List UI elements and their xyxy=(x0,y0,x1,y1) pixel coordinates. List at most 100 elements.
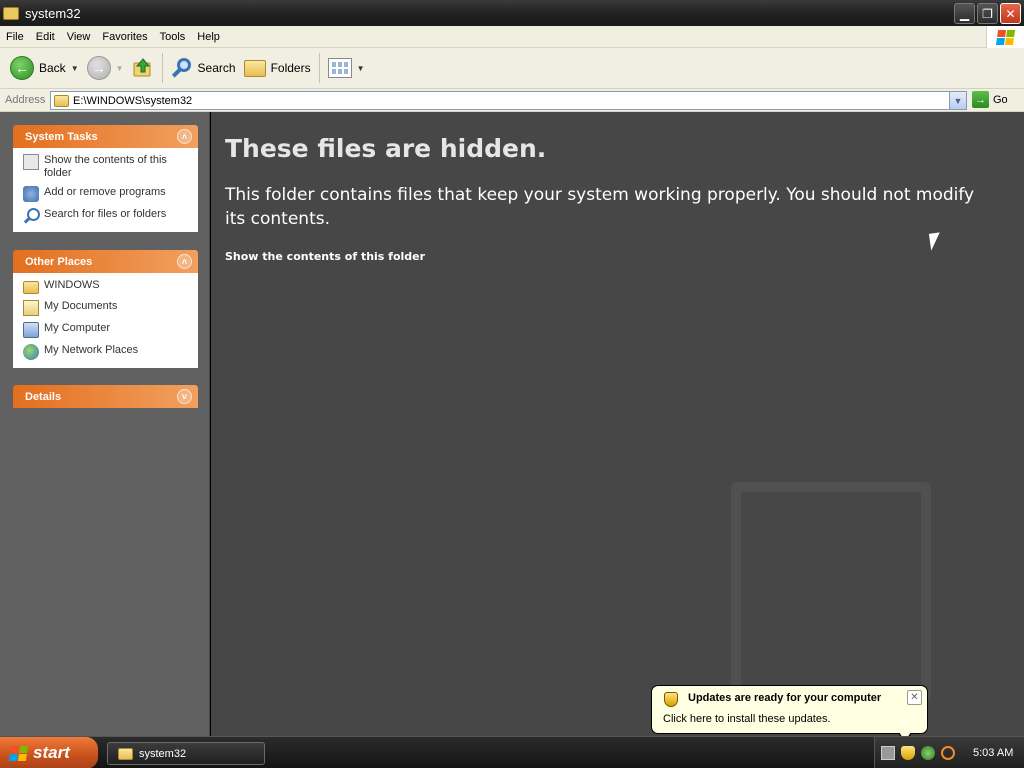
show-contents-link[interactable]: Show the contents of this folder xyxy=(225,250,425,263)
task-show-contents[interactable]: Show the contents of this folder xyxy=(23,154,190,180)
chevron-down-icon[interactable]: ▼ xyxy=(71,64,79,73)
window-title: system32 xyxy=(25,5,81,21)
taskbar-item-system32[interactable]: system32 xyxy=(107,742,265,765)
forward-button[interactable]: → ▼ xyxy=(83,51,128,85)
details-header[interactable]: Details ˅ xyxy=(13,385,198,408)
views-button[interactable]: ▼ xyxy=(324,51,369,85)
search-label: Search xyxy=(197,61,236,75)
place-label: My Network Places xyxy=(44,344,139,356)
hidden-files-description: This folder contains files that keep you… xyxy=(225,185,975,229)
security-shield-icon xyxy=(664,692,678,707)
start-label: start xyxy=(33,743,70,762)
folders-label: Folders xyxy=(270,61,311,75)
address-value: E:\WINDOWS\system32 xyxy=(73,94,193,107)
go-button[interactable]: → Go xyxy=(972,91,1008,108)
back-button[interactable]: ← Back ▼ xyxy=(6,51,83,85)
address-label: Address xyxy=(5,94,46,106)
close-button[interactable]: ✕ xyxy=(1000,3,1021,24)
task-add-remove-programs[interactable]: Add or remove programs xyxy=(23,186,190,202)
system-tray: 5:03 AM xyxy=(874,737,1024,768)
balloon-title: Updates are ready for your computer xyxy=(688,692,882,704)
windows-logo-icon xyxy=(986,26,1024,48)
network-icon[interactable] xyxy=(921,746,935,760)
details-title: Details xyxy=(25,390,62,403)
folder-icon xyxy=(3,6,19,20)
menu-file[interactable]: File xyxy=(0,31,30,43)
menu-favorites[interactable]: Favorites xyxy=(96,31,153,43)
task-label: Show the contents of this folder xyxy=(44,154,167,179)
menu-bar: File Edit View Favorites Tools Help xyxy=(0,26,1024,48)
forward-arrow-icon: → xyxy=(86,56,111,80)
update-notification-balloon[interactable]: Updates are ready for your computer Clic… xyxy=(651,685,928,734)
place-label: My Computer xyxy=(44,322,111,334)
back-label: Back xyxy=(39,61,66,75)
folders-button[interactable]: Folders xyxy=(240,51,315,85)
system-tasks-panel: System Tasks ˄ Show the contents of this… xyxy=(13,125,198,232)
toolbar-separator xyxy=(161,53,163,83)
place-my-documents[interactable]: My Documents xyxy=(23,300,190,316)
title-bar[interactable]: system32 ▁ ❐ ✕ xyxy=(0,0,1024,26)
start-button[interactable]: start xyxy=(0,737,98,768)
menu-view[interactable]: View xyxy=(61,31,97,43)
other-places-title: Other Places xyxy=(25,255,93,268)
my-documents-icon xyxy=(23,300,39,316)
minimize-button[interactable]: ▁ xyxy=(954,3,975,24)
my-computer-icon xyxy=(23,322,39,338)
collapse-icon[interactable]: ˄ xyxy=(177,254,192,269)
go-label: Go xyxy=(993,93,1008,106)
address-input[interactable]: E:\WINDOWS\system32 ▼ xyxy=(50,91,967,110)
mouse-cursor-icon xyxy=(928,232,943,251)
system-tasks-header[interactable]: System Tasks ˄ xyxy=(13,125,198,148)
background-watermark xyxy=(731,482,931,702)
go-arrow-icon: → xyxy=(972,91,989,108)
place-label: WINDOWS xyxy=(44,279,100,291)
expand-icon[interactable]: ˅ xyxy=(177,389,192,404)
taskbar: start system32 5:03 AM xyxy=(0,736,1024,768)
back-arrow-icon: ← xyxy=(10,56,34,80)
other-places-panel: Other Places ˄ WINDOWS My Documents My C… xyxy=(13,250,198,368)
details-panel: Details ˅ xyxy=(13,385,198,408)
address-bar: Address E:\WINDOWS\system32 ▼ → Go xyxy=(0,89,1024,112)
search-button[interactable]: Search xyxy=(167,51,240,85)
toolbar-separator xyxy=(318,53,320,83)
menu-help[interactable]: Help xyxy=(191,31,226,43)
views-icon xyxy=(327,58,352,78)
balloon-text[interactable]: Click here to install these updates. xyxy=(663,713,831,725)
folder-icon xyxy=(23,281,39,294)
address-dropdown-button[interactable]: ▼ xyxy=(949,92,966,109)
balloon-close-button[interactable]: ✕ xyxy=(907,690,922,705)
window-controls: ▁ ❐ ✕ xyxy=(954,3,1021,24)
system-tasks-title: System Tasks xyxy=(25,130,98,143)
task-label: Search for files or folders xyxy=(44,208,167,220)
taskbar-item-label: system32 xyxy=(139,747,187,760)
search-icon[interactable] xyxy=(941,746,955,760)
keyboard-icon[interactable] xyxy=(881,746,895,760)
restore-button[interactable]: ❐ xyxy=(977,3,998,24)
folders-icon xyxy=(243,59,266,77)
chevron-down-icon[interactable]: ▼ xyxy=(116,64,124,73)
place-my-computer[interactable]: My Computer xyxy=(23,322,190,338)
collapse-icon[interactable]: ˄ xyxy=(177,129,192,144)
search-icon xyxy=(171,57,193,79)
toolbar: ← Back ▼ → ▼ Search Folders ▼ xyxy=(0,48,1024,89)
task-label: Add or remove programs xyxy=(44,186,166,198)
network-places-icon xyxy=(23,344,39,360)
security-shield-icon[interactable] xyxy=(901,746,915,760)
hidden-files-heading: These files are hidden. xyxy=(225,134,547,163)
place-network-places[interactable]: My Network Places xyxy=(23,344,190,360)
menu-edit[interactable]: Edit xyxy=(30,31,61,43)
folder-up-icon xyxy=(133,58,151,77)
show-contents-icon xyxy=(23,154,39,170)
other-places-header[interactable]: Other Places ˄ xyxy=(13,250,198,273)
search-icon xyxy=(23,208,40,224)
up-button[interactable] xyxy=(128,51,158,85)
clock: 5:03 AM xyxy=(973,747,1014,759)
chevron-down-icon: ▼ xyxy=(356,63,365,73)
folder-icon xyxy=(54,94,69,107)
place-windows[interactable]: WINDOWS xyxy=(23,279,190,294)
folder-icon xyxy=(118,747,133,760)
task-search-files[interactable]: Search for files or folders xyxy=(23,208,190,224)
place-label: My Documents xyxy=(44,300,118,312)
menu-tools[interactable]: Tools xyxy=(154,31,192,43)
windows-logo-icon xyxy=(8,745,29,761)
